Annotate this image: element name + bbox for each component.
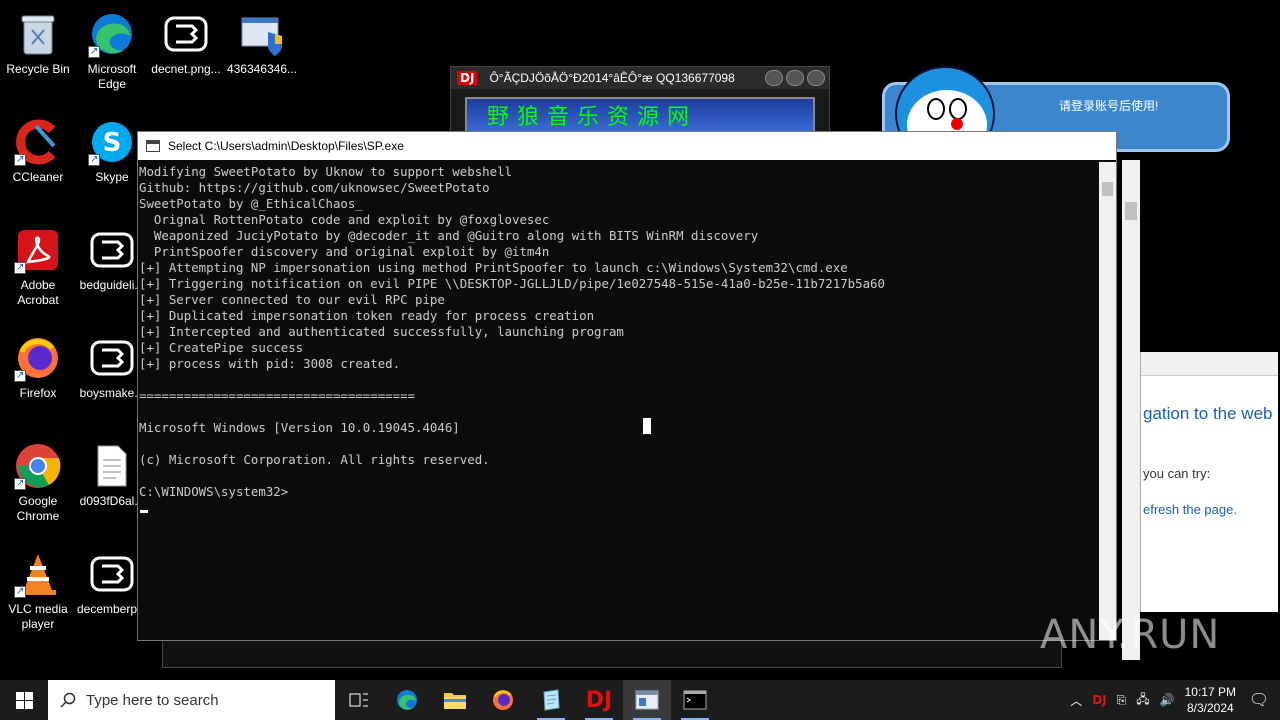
firefox-icon [14,334,62,383]
taskbar-clock[interactable]: 10:17 PM 8/3/2024 [1185,684,1236,716]
vlc-icon [14,550,62,599]
google-chrome-icon [14,442,62,491]
microsoft-edge-icon [88,10,136,59]
taskbar-cmd[interactable] [671,680,719,720]
console-output[interactable]: Modifying SweetPotato by Uknow to suppor… [138,162,1100,640]
dj-maximize-button[interactable] [786,70,804,86]
skype-icon: S [88,118,136,167]
shortcut-arrow-icon [14,368,26,383]
background-scrollbar[interactable] [1122,160,1140,660]
taskbar-firefox[interactable] [479,680,527,720]
network-icon[interactable]: 🖧 [1136,690,1149,711]
notification-center-icon[interactable]: 🗨 [1246,687,1272,713]
desktop-icon-adobe-acrobat[interactable]: Adobe Acrobat [0,220,76,308]
file-b-icon [162,10,210,58]
popup-message: 请登录账号后使用! [1059,99,1159,113]
dj-banner: 野狼音乐资源网 [465,97,815,133]
console-title: Select C:\Users\admin\Desktop\Files\SP.e… [168,139,404,153]
desktop-icon-436346346[interactable]: 436346346... [224,4,300,77]
recycle-bin-icon [14,10,62,58]
adobe-acrobat-icon [14,226,62,275]
volume-icon[interactable]: 🔊 [1160,693,1175,707]
notepad-icon [543,689,560,711]
windows-logo-icon [15,691,33,709]
dj-player-window[interactable]: DJ Ô°ÃÇDJÖõÅÖ°Ð2014°âÊÔ°æ QQ136677098 野狼… [450,66,830,136]
background-window [162,640,1062,668]
desktop-icon-decnet[interactable]: decnet.png... [148,4,224,77]
taskbar: Type here to search DJ ︿ DJ ⎘ 🖧 🔊 10:17 … [0,680,1280,720]
scrollbar-thumb[interactable] [1125,202,1137,220]
ccleaner-icon [14,118,62,167]
shield-installer-icon [238,10,286,58]
dj-app-icon: DJ [585,687,613,713]
shortcut-arrow-icon [14,584,26,599]
command-prompt-icon [683,690,707,710]
shortcut-arrow-icon [14,260,26,275]
taskbar-edge[interactable] [383,680,431,720]
browser-error-heading: gation to the web [1143,404,1273,423]
taskbar-dj-app[interactable]: DJ [575,680,623,720]
browser-titlebar[interactable] [1141,352,1278,376]
file-b-icon [88,334,136,382]
doraemon-nose [951,118,963,130]
tray-usb-icon[interactable]: ⎘ [1117,693,1127,708]
shortcut-arrow-icon [14,476,26,491]
start-button[interactable] [0,680,48,720]
firefox-icon [493,690,513,710]
browser-refresh-link[interactable]: efresh the page. [1143,502,1237,517]
desktop-icon-ccleaner[interactable]: CCleaner [0,112,76,185]
microsoft-edge-icon [397,690,417,710]
desktop-icon-google-chrome[interactable]: Google Chrome [0,436,76,524]
system-tray: ︿ DJ ⎘ 🖧 🔊 10:17 PM 8/3/2024 🗨 [1070,680,1280,720]
browser-window-fragment[interactable]: gation to the web you can try: efresh th… [1140,352,1278,612]
window-app-icon [635,690,659,710]
taskbar-search-box[interactable]: Type here to search [48,680,335,720]
desktop-icon-microsoft-edge[interactable]: Microsoft Edge [74,4,150,92]
task-view-button[interactable] [335,680,383,720]
console-titlebar[interactable]: Select C:\Users\admin\Desktop\Files\SP.e… [138,132,1116,160]
search-placeholder: Type here to search [86,691,219,709]
console-scrollbar[interactable] [1099,162,1116,640]
selection-cursor [643,418,651,434]
file-b-icon [88,226,136,274]
browser-hint: you can try: [1143,466,1211,481]
dj-logo: DJ [457,71,478,85]
clock-time: 10:17 PM [1184,685,1236,699]
desktop-icon-vlc[interactable]: VLC media player [0,544,76,632]
console-window[interactable]: Select C:\Users\admin\Desktop\Files\SP.e… [137,131,1117,641]
desktop-icon-recycle-bin[interactable]: Recycle Bin [0,4,76,77]
taskbar-notepad-app[interactable] [527,680,575,720]
scrollbar-thumb[interactable] [1102,182,1113,196]
console-app-icon [146,140,160,152]
tray-dj-icon[interactable]: DJ [1092,693,1106,707]
chevron-up-icon[interactable]: ︿ [1070,692,1082,709]
anyrun-watermark: ANY.RUN [1040,612,1221,658]
desktop-icon-firefox[interactable]: Firefox [0,328,76,401]
dj-window-titlebar[interactable]: DJ Ô°ÃÇDJÖõÅÖ°Ð2014°âÊÔ°æ QQ136677098 [451,67,829,89]
dj-close-button[interactable] [807,70,825,86]
folder-icon [444,693,466,709]
shortcut-arrow-icon [88,44,100,59]
svg-text:S: S [103,128,122,158]
taskbar-sp-console[interactable] [623,680,671,720]
desktop: Recycle Bin CCleaner Adobe Acrobat Firef… [0,0,1280,680]
doraemon-eye [927,98,945,120]
dj-window-title: Ô°ÃÇDJÖõÅÖ°Ð2014°âÊÔ°æ QQ136677098 [489,71,735,85]
taskbar-file-explorer[interactable] [431,680,479,720]
doraemon-eye [949,98,967,120]
clock-date: 8/3/2024 [1186,701,1234,715]
dj-window-controls [765,70,829,86]
task-view-icon [349,693,368,707]
shortcut-arrow-icon [14,152,26,167]
text-file-icon [88,442,136,490]
text-cursor [140,510,148,513]
dj-minimize-button[interactable] [765,70,783,86]
file-b-icon [88,550,136,598]
shortcut-arrow-icon [88,152,100,167]
search-icon [60,692,76,708]
